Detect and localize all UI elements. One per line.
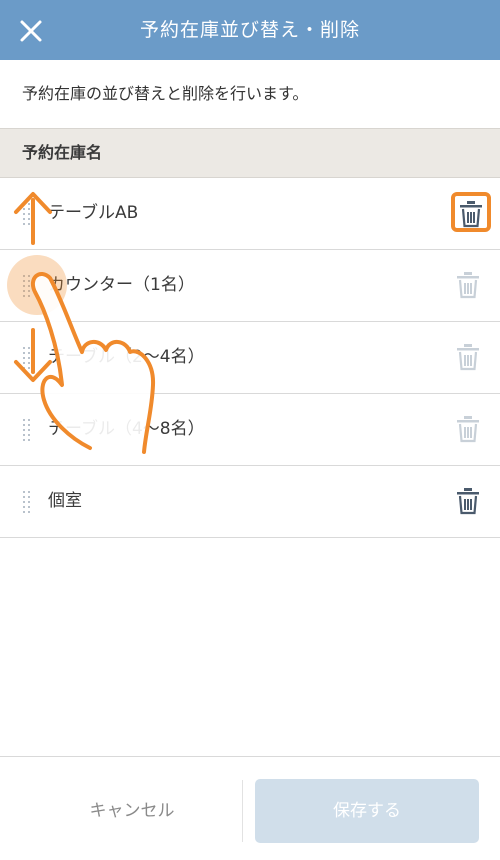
trash-icon [457,272,479,299]
delete-button[interactable] [456,487,484,515]
drag-handle-icon[interactable] [23,347,31,369]
delete-button[interactable] [451,192,491,232]
delete-button [456,343,484,371]
trash-icon [457,416,479,443]
page-title: 予約在庫並び替え・削除 [139,19,360,41]
list-item[interactable]: テーブル（4〜8名） [0,394,500,466]
header-bar: 予約在庫並び替え・削除 [0,0,500,60]
item-label: テーブル（4〜8名） [48,419,205,439]
footer-separator [242,780,243,842]
footer-divider [0,756,500,757]
list-item[interactable]: テーブル（2〜4名） [0,322,500,394]
item-label: テーブル（2〜4名） [48,347,205,367]
list-item[interactable]: テーブルAB [0,178,500,250]
item-label: 個室 [48,491,82,511]
trash-icon [457,488,479,515]
section-header: 予約在庫名 [0,128,500,178]
drag-handle-icon[interactable] [23,275,31,297]
drag-handle-icon[interactable] [23,491,31,513]
list-item[interactable]: 個室 [0,466,500,538]
save-button[interactable]: 保存する [255,779,479,843]
trash-icon [457,344,479,371]
page-description: 予約在庫の並び替えと削除を行います。 [22,84,309,103]
list-item[interactable]: カウンター（1名） [0,250,500,322]
delete-button [456,271,484,299]
item-label: テーブルAB [48,203,139,223]
delete-button [456,415,484,443]
section-title: 予約在庫名 [22,143,103,162]
drag-handle-icon[interactable] [23,203,31,225]
drag-handle-icon[interactable] [23,419,31,441]
cancel-button[interactable]: キャンセル [22,780,242,842]
trash-icon [460,201,482,228]
inventory-list: テーブルAB カウンター（1名） テーブル（2〜4名） テーブル（4〜8名） 個… [0,178,500,538]
item-label: カウンター（1名） [48,275,195,295]
